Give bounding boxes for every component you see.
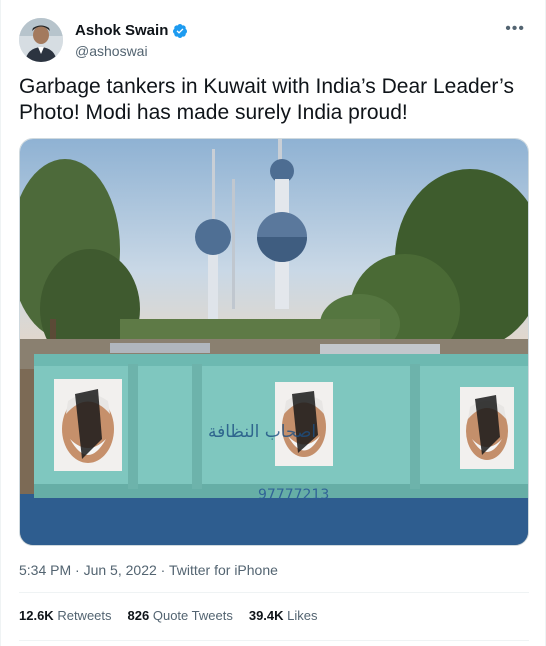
author-info: Ashok Swain @ashoswai bbox=[75, 22, 188, 60]
avatar[interactable] bbox=[19, 18, 63, 62]
engagement-stats: 12.6K Retweets 826 Quote Tweets 39.4K Li… bbox=[19, 608, 318, 623]
dumpster-arabic-text: اصحاب النظافة bbox=[208, 422, 316, 442]
divider bbox=[19, 592, 529, 593]
retweets-count: 12.6K bbox=[19, 608, 54, 623]
tweet-text: Garbage tankers in Kuwait with India’s D… bbox=[19, 75, 514, 124]
dumpster-phone-number: 97777213 bbox=[258, 487, 329, 503]
tweet-source[interactable]: Twitter for iPhone bbox=[169, 562, 278, 578]
likes-label: Likes bbox=[287, 608, 318, 623]
author-handle[interactable]: @ashoswai bbox=[75, 42, 188, 60]
tweet-media-photo[interactable]: اصحاب النظافة 97777213 bbox=[19, 138, 529, 546]
tweet-date[interactable]: Jun 5, 2022 bbox=[84, 562, 157, 578]
separator-dot: · bbox=[75, 562, 80, 578]
tweet-header: Ashok Swain @ashoswai ••• bbox=[19, 16, 529, 66]
more-options-icon[interactable]: ••• bbox=[505, 20, 525, 38]
likes-count: 39.4K bbox=[248, 608, 284, 623]
quote-tweets-count: 826 bbox=[127, 608, 150, 623]
tweet-time[interactable]: 5:34 PM bbox=[19, 562, 71, 578]
likes-stat[interactable]: 39.4K Likes bbox=[249, 608, 318, 623]
quote-tweets-label: Quote Tweets bbox=[152, 608, 233, 623]
retweets-label: Retweets bbox=[57, 608, 112, 623]
retweets-stat[interactable]: 12.6K Retweets bbox=[19, 608, 112, 623]
tweet-card: Ashok Swain @ashoswai ••• Garbage tanker… bbox=[0, 0, 546, 646]
author-name-row[interactable]: Ashok Swain bbox=[75, 22, 188, 40]
divider bbox=[19, 640, 529, 641]
verified-badge-icon bbox=[172, 23, 188, 39]
separator-dot: · bbox=[160, 562, 166, 578]
tweet-timestamp: 5:34 PM · Jun 5, 2022 · Twitter for iPho… bbox=[19, 562, 278, 578]
author-display-name[interactable]: Ashok Swain bbox=[75, 22, 168, 40]
quote-tweets-stat[interactable]: 826 Quote Tweets bbox=[128, 608, 233, 623]
